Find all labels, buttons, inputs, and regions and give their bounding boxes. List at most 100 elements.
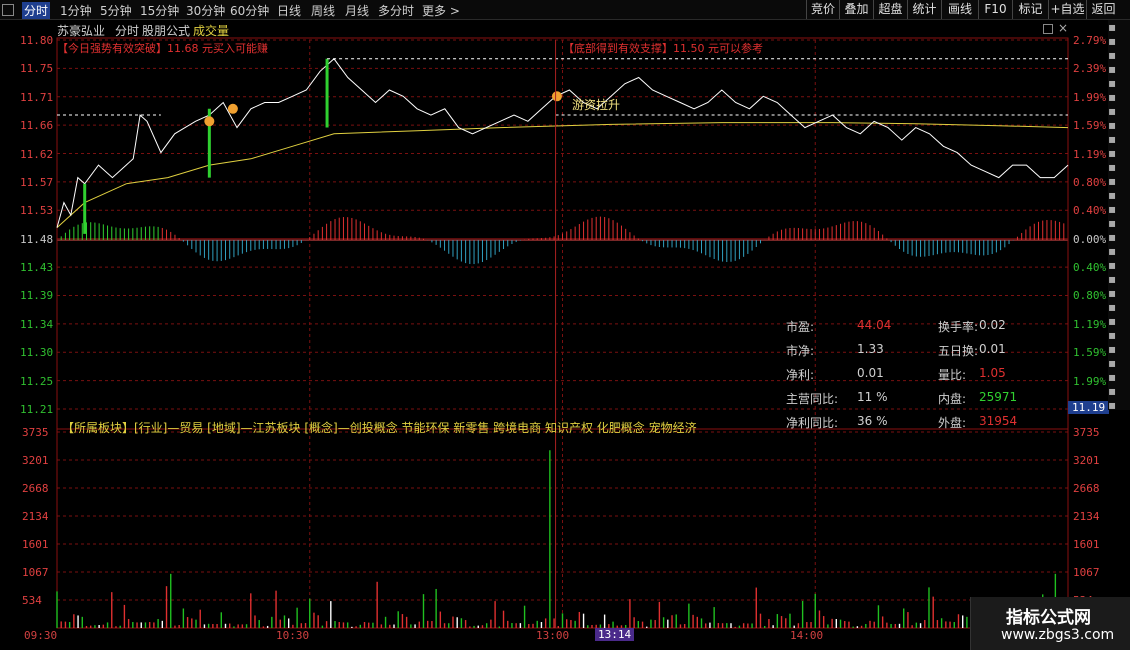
profit-value: 0.01 xyxy=(857,366,884,380)
side-strip-glyph: ▪ xyxy=(1108,104,1117,118)
percent-tick-label: 0.40% xyxy=(1073,261,1107,275)
volume-tick-label: 2668 xyxy=(22,482,49,495)
side-strip-glyph: ▪ xyxy=(1108,118,1117,132)
percent-tick-label: 1.59% xyxy=(1073,119,1107,133)
cursor-time-tag: 13:14 xyxy=(595,628,635,641)
side-strip-glyph: ▪ xyxy=(1108,258,1117,272)
vol-ratio-label: 量比: xyxy=(938,368,967,382)
side-strip-glyph: ▪ xyxy=(1108,356,1117,370)
price-tick-label: 11.43 xyxy=(20,261,54,275)
pb-value: 1.33 xyxy=(857,342,884,356)
side-strip-glyph: ▪ xyxy=(1108,202,1117,216)
intraday-chart-window: { "timeframes":{"active":"分时","items":["… xyxy=(0,0,1130,650)
profit-label: 净利: xyxy=(786,368,815,382)
price-tick-label: 11.71 xyxy=(20,90,54,104)
outer-value: 31954 xyxy=(979,414,1018,428)
price-tick-label: 11.39 xyxy=(20,289,54,303)
volume-tick-label: 1067 xyxy=(22,566,49,579)
volume-bars xyxy=(56,450,1065,628)
inner-label: 内盘: xyxy=(938,392,967,406)
watermark: 指标公式网 www.zbgs3.com xyxy=(970,597,1130,650)
side-strip: ▪ ▪ ▪ ▪ ▪ ▪ ▪ ▪ ▪ ▪ ▪ ▪ ▪ ▪ ▪ ▪ ▪ ▪ ▪ ▪ ▪ ▪ ▪ ▪ ▪ ▪ ▪ ▪ xyxy=(1108,20,1130,410)
current-price-tag: 11.19 xyxy=(1068,401,1110,414)
sector-info: 【所属板块】[行业]—贸易 [地域]—江苏板块 [概念]—创投概念 节能环保 新… xyxy=(62,421,697,435)
side-strip-glyph: ▪ xyxy=(1108,62,1117,76)
side-strip-glyph: ▪ xyxy=(1108,398,1117,410)
np-yoy-value: 36 % xyxy=(857,414,888,428)
side-strip-glyph: ▪ xyxy=(1108,230,1117,244)
price-tick-label: 11.30 xyxy=(20,346,54,360)
volume-tick-label: 3201 xyxy=(22,454,49,467)
watermark-title: 指标公式网 xyxy=(1006,608,1091,628)
side-strip-glyph: ▪ xyxy=(1108,132,1117,146)
volume-tick-label: 1067 xyxy=(1073,566,1100,579)
percent-tick-label: 0.00% xyxy=(1073,232,1107,246)
volume-tick-label: 2134 xyxy=(22,510,49,523)
vol-ratio-value: 1.05 xyxy=(979,366,1006,380)
price-tick-label: 11.21 xyxy=(20,403,54,416)
price-tick-label: 11.66 xyxy=(20,119,54,133)
np-yoy-label: 净利同比: xyxy=(786,416,839,430)
price-tick-label: 11.53 xyxy=(20,204,54,218)
hand-marker-icon xyxy=(551,91,562,102)
percent-tick-label: 0.80% xyxy=(1073,175,1107,189)
percent-tick-label: 1.19% xyxy=(1073,147,1107,161)
watermark-url: www.zbgs3.com xyxy=(1001,627,1115,643)
price-tick-label: 11.57 xyxy=(20,175,54,189)
side-strip-glyph: ▪ xyxy=(1108,314,1117,328)
side-strip-glyph: ▪ xyxy=(1108,272,1117,286)
side-strip-glyph: ▪ xyxy=(1108,342,1117,356)
pe-label: 市盈: xyxy=(786,320,815,334)
volume-tick-label: 1601 xyxy=(1073,538,1100,551)
pb-label: 市净: xyxy=(786,344,815,358)
price-tick-label: 11.48 xyxy=(20,232,54,246)
volume-tick-label: 3201 xyxy=(1073,454,1100,467)
time-1300: 13:00 xyxy=(536,629,570,642)
volume-tick-label: 3735 xyxy=(1073,426,1100,439)
side-strip-glyph: ▪ xyxy=(1108,244,1117,258)
bottom-support-signal: 【底部得到有效支撑】11.50 元可以参考 xyxy=(563,42,763,55)
volume-tick-label: 2134 xyxy=(1073,510,1100,523)
side-strip-glyph: ▪ xyxy=(1108,216,1117,230)
side-strip-glyph: ▪ xyxy=(1108,370,1117,384)
inner-value: 25971 xyxy=(979,390,1018,404)
price-tick-label: 11.25 xyxy=(20,374,54,388)
price-tick-label: 11.34 xyxy=(20,317,54,331)
price-tick-label: 11.62 xyxy=(20,147,54,161)
percent-tick-label: 1.99% xyxy=(1073,374,1107,388)
capital-pull-signal: 游资拉升 xyxy=(572,98,621,112)
side-strip-glyph: ▪ xyxy=(1108,48,1117,62)
time-0930: 09:30 xyxy=(24,629,58,642)
five-day-value: 0.01 xyxy=(979,342,1006,356)
time-1400: 14:00 xyxy=(790,629,824,642)
percent-tick-label: 1.59% xyxy=(1073,346,1107,360)
side-strip-glyph: ▪ xyxy=(1108,76,1117,90)
percent-tick-label: 0.40% xyxy=(1073,204,1107,218)
turnover-label: 换手率: xyxy=(938,320,979,334)
volume-tick-label: 2668 xyxy=(1073,482,1100,495)
time-1030: 10:30 xyxy=(276,629,310,642)
hand-marker-icon xyxy=(204,116,215,127)
side-strip-glyph: ▪ xyxy=(1108,188,1117,202)
side-strip-glyph: ▪ xyxy=(1108,160,1117,174)
side-strip-glyph: ▪ xyxy=(1108,174,1117,188)
turnover-value: 0.02 xyxy=(979,318,1006,332)
five-day-label: 五日换: xyxy=(938,344,979,358)
pe-value: 44.04 xyxy=(857,318,892,332)
percent-tick-label: 2.39% xyxy=(1073,62,1107,76)
outer-label: 外盘: xyxy=(938,416,967,430)
side-strip-glyph: ▪ xyxy=(1108,34,1117,48)
price-tick-label: 11.80 xyxy=(20,34,54,47)
rev-yoy-value: 11 % xyxy=(857,390,888,404)
hand-marker-icon xyxy=(227,103,238,114)
side-strip-glyph: ▪ xyxy=(1108,328,1117,342)
side-strip-glyph: ▪ xyxy=(1108,90,1117,104)
side-strip-glyph: ▪ xyxy=(1108,20,1117,34)
rev-yoy-label: 主营同比: xyxy=(786,392,839,406)
volume-tick-label: 534 xyxy=(22,594,42,607)
breakout-signal: 【今日强势有效突破】11.68 元买入可能赚 xyxy=(57,42,268,55)
price-tick-label: 11.75 xyxy=(20,62,54,76)
side-strip-glyph: ▪ xyxy=(1108,146,1117,160)
side-strip-glyph: ▪ xyxy=(1108,384,1117,398)
percent-tick-label: 0.80% xyxy=(1073,289,1107,303)
